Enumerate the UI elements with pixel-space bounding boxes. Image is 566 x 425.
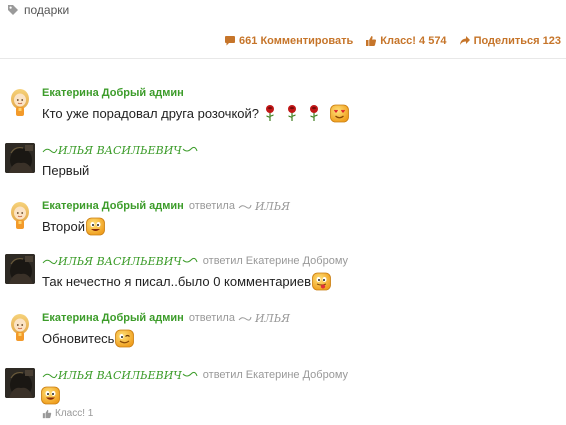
comment-author[interactable]: ИЛЬЯ ВАСИЛЬЕВИЧ — [42, 255, 198, 268]
avatar[interactable] — [7, 201, 33, 231]
comment-author-label: ИЛЬЯ ВАСИЛЬЕВИЧ — [58, 143, 182, 157]
thumbs-up-icon — [42, 409, 52, 418]
comment-text: Второй — [42, 218, 85, 234]
reply-label: ответил — [202, 255, 243, 267]
comment-like-button[interactable]: Класс! 1 — [42, 408, 93, 419]
decor-swirl-icon — [42, 148, 58, 154]
comment-button-label: 661 Комментировать — [239, 35, 354, 47]
avatar[interactable] — [5, 143, 35, 173]
tongue-emoji-icon — [312, 272, 331, 290]
happy-emoji-icon — [86, 217, 105, 235]
share-arrow-icon — [459, 36, 470, 45]
reply-to-name[interactable]: Екатерине Доброму — [246, 255, 348, 267]
share-button-label: Поделиться 123 — [473, 35, 561, 47]
wink-emoji-icon — [115, 329, 135, 347]
post-actions: 661 Комментировать Класс! 4 574 Поделить… — [224, 35, 561, 47]
rose-icon — [288, 105, 297, 121]
rose-icon — [310, 105, 319, 121]
reply-to: ответила ИЛЬЯ — [189, 312, 290, 325]
comment-text: Обновитесь — [42, 330, 115, 346]
comment-author[interactable]: ИЛЬЯ ВАСИЛЬЕВИЧ — [42, 144, 198, 157]
reply-label: ответила — [188, 312, 235, 324]
comment-author[interactable]: ИЛЬЯ ВАСИЛЬЕВИЧ — [42, 369, 198, 382]
reply-to-name[interactable]: ИЛЬЯ — [255, 200, 290, 213]
comment-author[interactable]: Екатерина Добрый админ — [42, 312, 184, 324]
divider — [0, 58, 566, 59]
comment-author-label: ИЛЬЯ ВАСИЛЬЕВИЧ — [58, 368, 182, 382]
avatar[interactable] — [7, 88, 33, 118]
reply-to: ответил Екатерине Доброму — [203, 369, 348, 381]
comment-author[interactable]: Екатерина Добрый админ — [42, 87, 184, 99]
reply-label: ответил — [202, 369, 243, 381]
tag-icon — [8, 5, 18, 15]
avatar[interactable] — [7, 313, 33, 343]
tag-label[interactable]: подарки — [24, 3, 69, 17]
decor-swirl-icon — [182, 371, 198, 377]
comment-text: Кто уже порадовал друга розочкой? — [42, 105, 260, 121]
comment-text: Первый — [42, 162, 90, 178]
decor-swirl-icon — [238, 204, 252, 209]
decor-swirl-icon — [42, 373, 58, 379]
speech-bubble-icon — [225, 36, 236, 46]
comment-like-label: Класс! 1 — [55, 408, 94, 419]
comment-author[interactable]: Екатерина Добрый админ — [42, 200, 184, 212]
comment-button[interactable]: 661 Комментировать — [224, 35, 353, 47]
thumbs-up-icon — [366, 36, 377, 46]
decor-swirl-icon — [182, 146, 198, 152]
decor-swirl-icon — [42, 259, 58, 265]
reply-to-name[interactable]: Екатерине Доброму — [246, 369, 348, 381]
decor-swirl-icon — [182, 257, 198, 263]
reply-to-name[interactable]: ИЛЬЯ — [255, 312, 290, 325]
reply-to: ответил Екатерине Доброму — [203, 255, 348, 267]
share-button[interactable]: Поделиться 123 — [459, 35, 561, 47]
reply-to: ответила ИЛЬЯ — [189, 200, 290, 213]
tag-row[interactable]: подарки — [7, 2, 69, 18]
avatar[interactable] — [5, 368, 35, 398]
like-button-label: Класс! 4 574 — [380, 35, 447, 47]
avatar[interactable] — [5, 254, 35, 284]
rose-icon — [266, 105, 275, 121]
like-button[interactable]: Класс! 4 574 — [365, 35, 447, 47]
grin-emoji-icon — [41, 386, 60, 404]
reply-label: ответила — [188, 200, 235, 212]
comment-author-label: ИЛЬЯ ВАСИЛЬЕВИЧ — [58, 254, 182, 268]
comment-text: Так нечестно я писал..было 0 комментарие… — [42, 273, 312, 289]
decor-swirl-icon — [238, 316, 252, 321]
heart-eyes-emoji-icon — [330, 104, 349, 122]
